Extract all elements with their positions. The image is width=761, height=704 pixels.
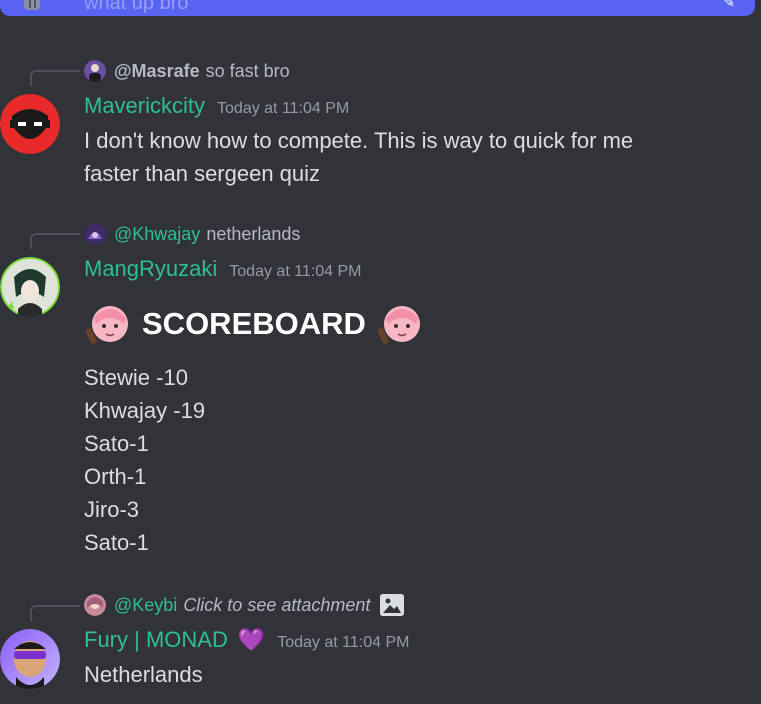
message-header: Fury | MONAD 💜 Today at 11:04 PM — [84, 627, 409, 655]
reply-text: so fast bro — [205, 60, 290, 81]
message-header: Maverickcity Today at 11:04 PM — [84, 93, 349, 121]
username[interactable]: MangRyuzaki — [84, 256, 217, 282]
reply-preview[interactable]: @Khwajay netherlands — [84, 223, 300, 245]
score-line: Sato-1 — [84, 530, 149, 555]
previous-message-text: what up bro — [84, 0, 189, 14]
score-line: Jiro-3 — [84, 497, 140, 522]
message-line: I don't know how to compete. This is way… — [84, 128, 634, 153]
message-header: MangRyuzaki Today at 11:04 PM — [84, 256, 362, 284]
reply-text: Click to see attachment — [183, 594, 371, 615]
previous-message-bar: what up bro ✎ — [0, 0, 755, 16]
score-line: Sato-1 — [84, 431, 149, 456]
message-content: Stewie -10 Khwajay -19 Sato-1 Orth-1 Jir… — [84, 361, 205, 559]
scoreboard-heading: SCOREBOARD — [84, 302, 424, 346]
reply-connector — [30, 233, 80, 249]
message-line: faster than sergeen quiz — [84, 161, 321, 186]
scoreboard-title: SCOREBOARD — [142, 306, 366, 341]
reply-username[interactable]: @Khwajay — [114, 224, 200, 245]
purple-heart-icon: 💜 — [237, 627, 266, 652]
avatar[interactable] — [0, 257, 60, 317]
score-line: Stewie -10 — [84, 365, 188, 390]
reply-avatar — [84, 594, 106, 616]
message-content: Netherlands — [84, 658, 203, 691]
anime-girl-emoji — [85, 306, 128, 344]
image-icon — [380, 594, 405, 616]
reply-username[interactable]: @Masrafe — [114, 61, 200, 82]
timestamp[interactable]: Today at 11:04 PM — [277, 634, 409, 652]
reply-connector — [30, 70, 80, 86]
reply-preview[interactable]: @Masrafe so fast bro — [84, 60, 290, 82]
username[interactable]: Maverickcity — [84, 93, 205, 119]
avatar[interactable] — [0, 94, 60, 154]
edit-icon[interactable]: ✎ — [723, 0, 735, 11]
reply-text: netherlands — [206, 223, 301, 244]
timestamp[interactable]: Today at 11:04 PM — [217, 100, 349, 118]
reply-preview[interactable]: @Keybi Click to see attachment — [84, 594, 405, 616]
timestamp[interactable]: Today at 11:04 PM — [229, 263, 361, 281]
reply-avatar — [84, 60, 106, 82]
reply-avatar — [84, 223, 106, 245]
message-content: I don't know how to compete. This is way… — [84, 124, 633, 190]
message-line: Netherlands — [84, 662, 203, 687]
previous-avatar — [24, 0, 40, 10]
reply-username[interactable]: @Keybi — [114, 595, 177, 616]
avatar[interactable] — [0, 629, 60, 689]
username[interactable]: Fury | MONAD — [84, 627, 228, 653]
score-line: Orth-1 — [84, 464, 147, 489]
anime-girl-emoji — [377, 306, 420, 344]
reply-connector — [30, 605, 80, 621]
score-line: Khwajay -19 — [84, 398, 206, 423]
